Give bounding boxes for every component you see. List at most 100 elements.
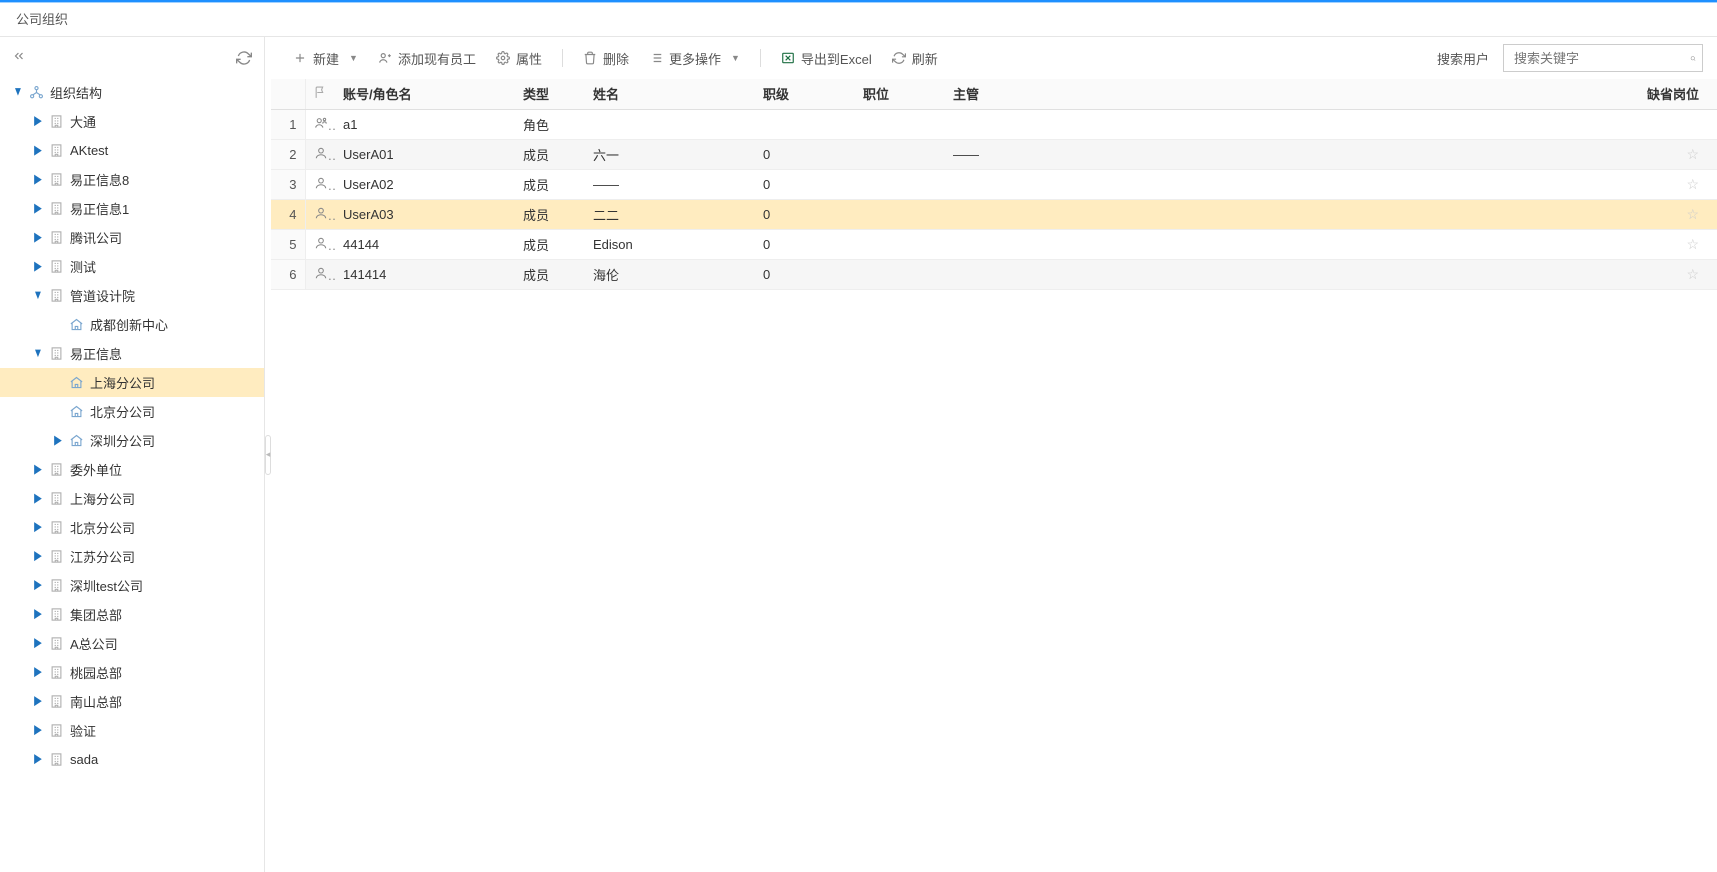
building-icon — [48, 172, 64, 188]
table-row[interactable]: 544144成员Edison0☆ — [271, 229, 1717, 259]
cell-type: 成员 — [515, 139, 585, 169]
tree-node[interactable]: ▶上海分公司 — [0, 484, 264, 513]
caret-right-icon[interactable]: ▶ — [32, 491, 44, 505]
delete-button[interactable]: 删除 — [575, 45, 637, 72]
tree-node-label: 易正信息8 — [70, 170, 129, 189]
star-icon[interactable]: ☆ — [1686, 146, 1699, 162]
caret-right-icon[interactable]: ▶ — [32, 230, 44, 244]
search-icon[interactable] — [1690, 51, 1696, 66]
caret-right-icon[interactable]: ▶ — [32, 114, 44, 128]
search-label: 搜索用户 — [1437, 49, 1489, 68]
building-icon — [48, 288, 64, 304]
col-flag[interactable] — [305, 79, 335, 109]
caret-right-icon[interactable]: ▶ — [32, 201, 44, 215]
tree-node[interactable]: ▶桃园总部 — [0, 658, 264, 687]
col-rank[interactable]: 职级 — [755, 79, 855, 109]
col-account[interactable]: 账号/角色名 — [335, 79, 515, 109]
caret-right-icon[interactable]: ▶ — [32, 520, 44, 534]
caret-down-icon[interactable]: ▼ — [32, 288, 44, 302]
collapse-sidebar-icon[interactable] — [8, 45, 30, 70]
tree-node[interactable]: ▶验证 — [0, 716, 264, 745]
building-icon — [48, 346, 64, 362]
tree-node[interactable]: ▶北京分公司 — [0, 397, 264, 426]
table-row[interactable]: 3UserA02成员——0☆ — [271, 169, 1717, 199]
tree-node[interactable]: ▶委外单位 — [0, 455, 264, 484]
tree-node[interactable]: ▼管道设计院 — [0, 281, 264, 310]
tree-node[interactable]: ▼组织结构 — [0, 78, 264, 107]
caret-right-icon[interactable]: ▶ — [32, 636, 44, 650]
tree-node[interactable]: ▼易正信息 — [0, 339, 264, 368]
table-row[interactable]: 6141414成员海伦0☆ — [271, 259, 1717, 289]
refresh-button[interactable]: 刷新 — [884, 45, 946, 72]
star-icon[interactable]: ☆ — [1686, 176, 1699, 192]
tree-node[interactable]: ▶ 易正信息8 — [0, 165, 264, 194]
search-input[interactable] — [1514, 51, 1690, 66]
building-icon — [48, 520, 64, 536]
refresh-tree-icon[interactable] — [236, 50, 252, 66]
row-index: 2 — [271, 139, 305, 169]
tree-node[interactable]: ▶A总公司 — [0, 629, 264, 658]
tree-node[interactable]: ▶江苏分公司 — [0, 542, 264, 571]
caret-right-icon[interactable]: ▶ — [32, 694, 44, 708]
caret-right-icon[interactable]: ▶ — [32, 172, 44, 186]
tree-node[interactable]: ▶北京分公司 — [0, 513, 264, 542]
table-row[interactable]: 4UserA03成员二二0☆ — [271, 199, 1717, 229]
tree-node[interactable]: ▶AKtest — [0, 136, 264, 165]
caret-right-icon[interactable]: ▶ — [32, 259, 44, 273]
building-icon — [48, 259, 64, 275]
new-button[interactable]: 新建 ▼ — [285, 45, 366, 72]
tree-node[interactable]: ▶成都创新中心 — [0, 310, 264, 339]
caret-right-icon[interactable]: ▶ — [32, 723, 44, 737]
caret-right-icon[interactable]: ▶ — [32, 549, 44, 563]
tree-node[interactable]: ▶大通 — [0, 107, 264, 136]
export-button[interactable]: 导出到Excel — [773, 45, 880, 72]
cell-manager — [945, 259, 1095, 289]
star-icon[interactable]: ☆ — [1686, 236, 1699, 252]
cell-account: UserA03 — [335, 199, 515, 229]
tree-node[interactable]: ▶sada — [0, 745, 264, 774]
caret-right-icon[interactable]: ▶ — [32, 607, 44, 621]
col-type[interactable]: 类型 — [515, 79, 585, 109]
caret-right-icon[interactable]: ▶ — [52, 433, 64, 447]
cell-name: —— — [585, 169, 755, 199]
caret-right-icon[interactable]: ▶ — [32, 665, 44, 679]
tree-node[interactable]: ▶ 深圳test公司 — [0, 571, 264, 600]
house-icon — [68, 433, 84, 449]
caret-right-icon[interactable]: ▶ — [32, 578, 44, 592]
caret-right-icon[interactable]: ▶ — [32, 462, 44, 476]
tree-node-label: 深圳test公司 — [70, 576, 143, 595]
tree-node[interactable]: ▶上海分公司 — [0, 368, 264, 397]
col-manager[interactable]: 主管 — [945, 79, 1095, 109]
more-button[interactable]: 更多操作 ▼ — [641, 45, 748, 72]
tree-node[interactable]: ▶测试 — [0, 252, 264, 281]
separator — [562, 49, 563, 67]
toolbar: 新建 ▼ 添加现有员工 属性 删除 更多操作 ▼ — [271, 37, 1717, 79]
table-row[interactable]: 1a1角色 — [271, 109, 1717, 139]
caret-right-icon[interactable]: ▶ — [32, 143, 44, 157]
table-row[interactable]: 2UserA01成员六一0——☆ — [271, 139, 1717, 169]
building-icon — [48, 143, 64, 159]
tree-node[interactable]: ▶深圳分公司 — [0, 426, 264, 455]
col-position[interactable]: 职位 — [855, 79, 945, 109]
star-icon[interactable]: ☆ — [1686, 206, 1699, 222]
tree-node[interactable]: ▶易正信息1 — [0, 194, 264, 223]
tree-node[interactable]: ▶集团总部 — [0, 600, 264, 629]
tree-node[interactable]: ▶南山总部 — [0, 687, 264, 716]
tree-node[interactable]: ▶腾讯公司 — [0, 223, 264, 252]
star-icon[interactable]: ☆ — [1686, 266, 1699, 282]
add-existing-button[interactable]: 添加现有员工 — [370, 45, 484, 72]
building-icon — [48, 665, 64, 681]
col-default[interactable]: 缺省岗位 — [1637, 79, 1717, 109]
caret-right-icon[interactable]: ▶ — [32, 752, 44, 766]
search-box[interactable] — [1503, 44, 1703, 72]
list-icon — [649, 51, 663, 65]
cell-spacer — [1095, 199, 1637, 229]
col-name[interactable]: 姓名 — [585, 79, 755, 109]
user-icon — [305, 199, 335, 229]
properties-button[interactable]: 属性 — [488, 45, 550, 72]
caret-down-icon[interactable]: ▼ — [32, 346, 44, 360]
house-icon — [68, 317, 84, 333]
caret-down-icon[interactable]: ▼ — [12, 85, 24, 99]
user-icon — [305, 259, 335, 289]
col-index[interactable] — [271, 79, 305, 109]
